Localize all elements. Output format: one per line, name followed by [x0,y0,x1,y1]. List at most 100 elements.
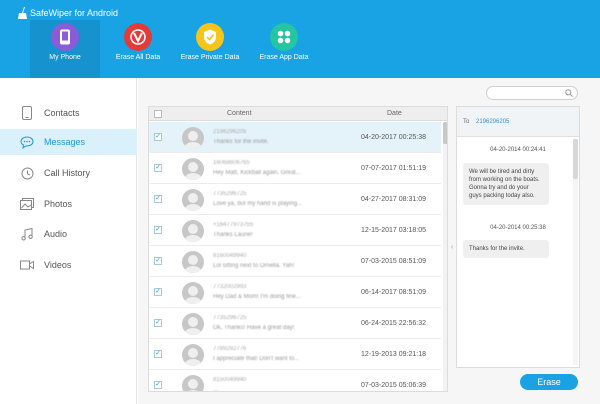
sidebar-item-label: Contacts [44,108,80,118]
erase-button[interactable]: Erase [520,374,578,390]
message-bubble: We will be tired and dirty from working … [463,163,549,205]
row-contact: 7735296725 [213,191,247,197]
call-history-icon [20,166,34,180]
message-timestamp: 04-20-2014 00:24:41 [490,147,546,153]
row-checkbox[interactable]: ✓ [154,226,162,234]
row-date: 07-07-2017 01:51:19 [361,165,426,172]
row-date: 07-03-2015 05:06:39 [361,382,426,389]
sidebar-item-audio[interactable]: Audio [0,221,137,247]
avatar [182,375,204,391]
avatar [182,313,204,335]
row-checkbox[interactable]: ✓ [154,288,162,296]
row-contact: 8160049940 [213,253,247,259]
avatar [182,220,204,242]
audio-icon [20,227,34,241]
row-contact: +16477973755 [213,222,254,228]
top-header: SafeWiper for Android My Phone Erase All… [0,0,600,78]
table-row[interactable]: ✓ 7789292776 I appreciate that! Don't wa… [149,339,441,370]
my-phone-button[interactable]: My Phone [30,20,100,78]
table-scrollbar[interactable] [443,122,447,391]
scrollbar-thumb[interactable] [443,122,447,144]
sidebar-item-videos[interactable]: Videos [0,252,137,278]
avatar [182,344,204,366]
conversation-header: To 2196296205 [457,107,579,137]
sidebar-item-contacts[interactable]: Contacts [0,100,137,126]
table-row[interactable]: ✓ 8150049940 ... 07-03-2015 05:06:39 [149,370,441,392]
my-phone-label: My Phone [49,54,81,61]
sidebar-item-messages[interactable]: Messages [0,129,137,155]
row-checkbox[interactable]: ✓ [154,350,162,358]
conversation-panel: To 2196296205 04-20-2014 00:24:41 We wil… [456,106,580,368]
row-date: 04-27-2017 08:31:09 [361,196,426,203]
sidebar-item-label: Videos [44,260,72,270]
table-row[interactable]: ✓ 8160049940 Lol sitting next to Ornella… [149,246,441,277]
conversation-scrollbar[interactable] [573,139,578,365]
sidebar-item-photos[interactable]: Photos [0,191,137,217]
row-snippet: Hey Dad & Mom! I'm doing fine... [213,294,301,300]
erase-all-data-label: Erase All Data [115,54,161,61]
erase-all-data-button[interactable]: Erase All Data [103,20,173,78]
scrollbar-thumb[interactable] [573,139,578,179]
message-bubble: Thanks for the invite. [463,240,549,258]
broom-logo-icon [18,7,27,19]
row-snippet: I appreciate that! Don't want to... [213,356,300,362]
main-content: Content Date ✓ 2196296205 Thanks for the… [138,78,600,404]
row-date: 06-14-2017 08:51:09 [361,289,426,296]
table-row[interactable]: ✓ +16477973755 Thanks Laurie! 12-15-2017… [149,215,441,246]
row-checkbox[interactable]: ✓ [154,381,162,389]
row-snippet: Thanks for the invite. [213,139,269,145]
avatar [182,127,204,149]
row-snippet: ... [213,387,219,392]
row-snippet: Ok, Thanks! Have a great day! [213,325,295,331]
row-date: 04-20-2017 00:25:38 [361,134,426,141]
row-checkbox[interactable]: ✓ [154,164,162,172]
table-row[interactable]: ✓ 7735296725 Ok, Thanks! Have a great da… [149,308,441,339]
row-contact: 16068606765 [213,160,250,166]
phone-icon [51,23,79,51]
row-date: 06-24-2015 22:56:32 [361,320,426,327]
recipient-label: To [463,119,470,125]
recipient-number: 2196296205 [476,119,510,125]
erase-all-icon [124,23,152,51]
table-row[interactable]: ✓ 7732002993 Hey Dad & Mom! I'm doing fi… [149,277,441,308]
row-contact: 7735296725 [213,315,247,321]
erase-private-data-label: Erase Private Data [180,54,240,61]
erase-private-data-button[interactable]: Erase Private Data [175,20,245,78]
search-input[interactable] [486,86,578,100]
row-checkbox[interactable]: ✓ [154,133,162,141]
row-checkbox[interactable]: ✓ [154,257,162,265]
photos-icon [20,197,34,211]
sidebar-item-label: Audio [44,229,68,239]
table-row[interactable]: ✓ 7735296725 Love ya, but my hand is pla… [149,184,441,215]
row-checkbox[interactable]: ✓ [154,319,162,327]
table-row[interactable]: ✓ 2196296205 Thanks for the invite. 04-2… [149,122,441,153]
row-contact: 7789292776 [213,346,247,352]
erase-app-data-button[interactable]: Erase App Data [249,20,319,78]
sidebar-item-label: Photos [44,199,73,209]
sidebar-item-label: Messages [44,137,86,147]
sidebar-item-call-history[interactable]: Call History [0,160,137,186]
shield-icon [196,23,224,51]
select-all-checkbox[interactable] [154,110,162,118]
avatar [182,251,204,273]
table-row[interactable]: ✓ 16068606765 Hey Matt, Kickball again, … [149,153,441,184]
row-date: 12-15-2017 03:18:05 [361,227,426,234]
row-snippet: Love ya, but my hand is playing... [213,201,303,207]
messages-table: Content Date ✓ 2196296205 Thanks for the… [148,106,448,392]
app-title: SafeWiper for Android [30,8,119,18]
table-header: Content Date [149,107,447,121]
row-snippet: Thanks Laurie! [213,232,253,238]
sidebar-item-label: Call History [44,168,91,178]
row-checkbox[interactable]: ✓ [154,195,162,203]
messages-icon [20,135,34,149]
row-date: 12-19-2013 09:21:18 [361,351,426,358]
avatar [182,158,204,180]
row-contact: 7732002993 [213,284,247,290]
erase-app-data-label: Erase App Data [259,54,309,61]
avatar [182,282,204,304]
row-contact: 2196296205 [213,129,247,135]
row-contact: 8150049940 [213,377,247,383]
search-icon [565,89,573,97]
panel-collapse-arrow-icon[interactable]: ‹ [451,244,453,251]
row-date: 07-03-2015 08:51:09 [361,258,426,265]
